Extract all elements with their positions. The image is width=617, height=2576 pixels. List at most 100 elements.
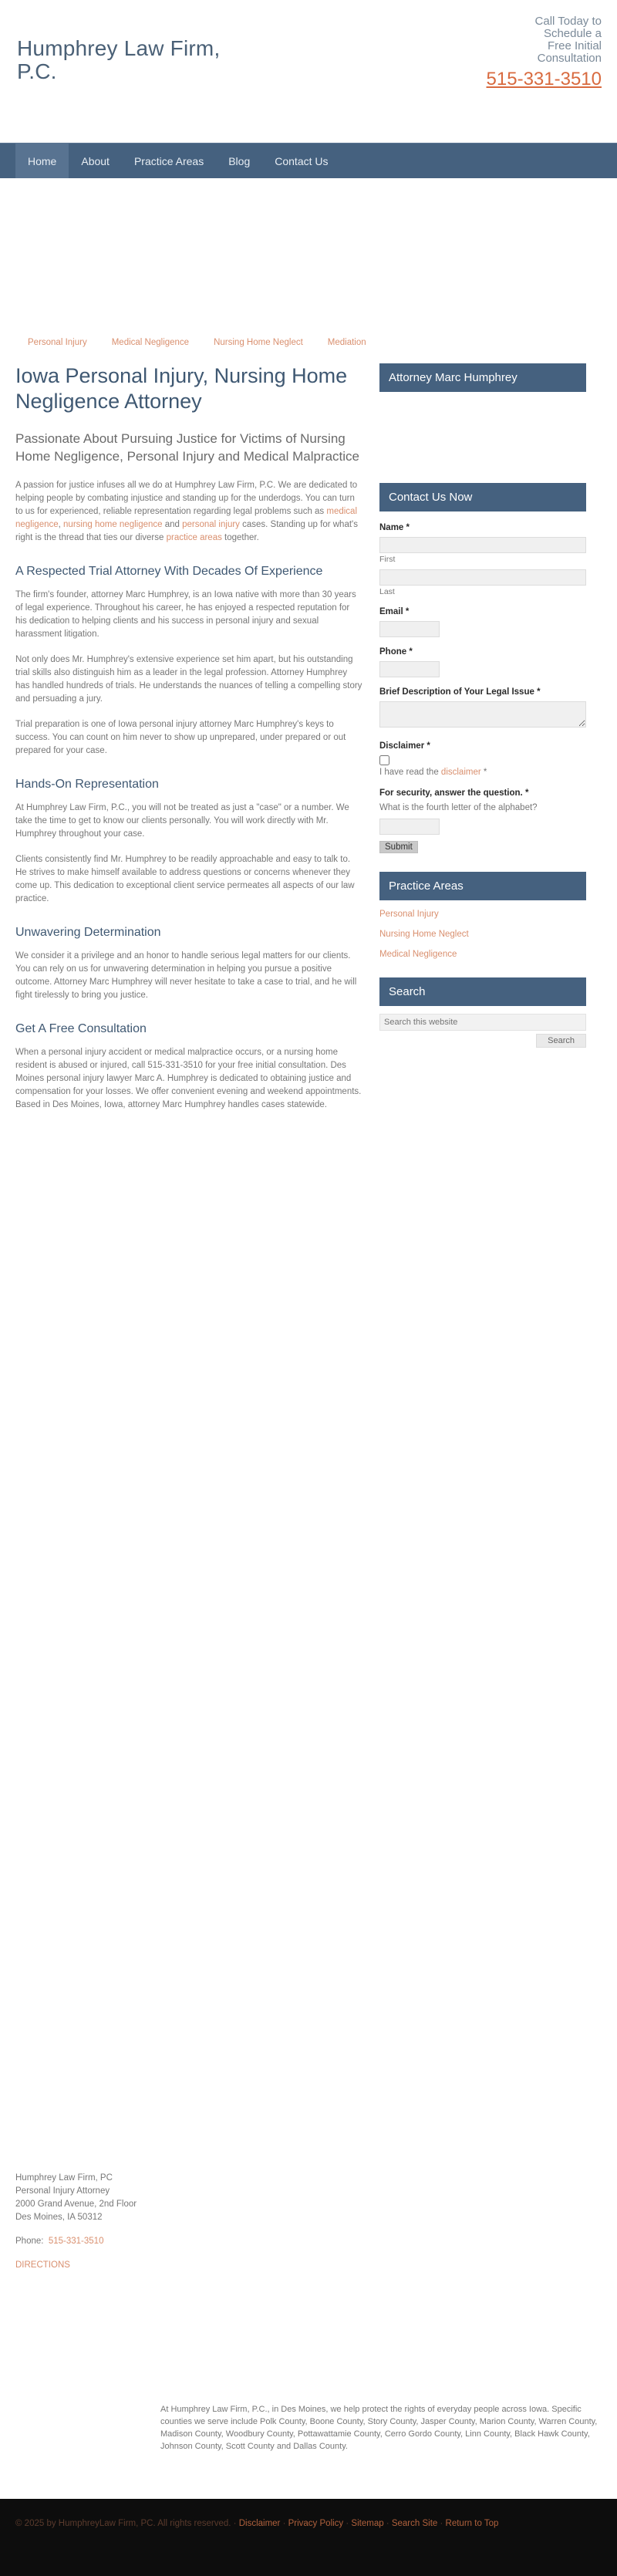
footer-service-area-blurb: At Humphrey Law Firm, P.C., in Des Moine… <box>160 2405 598 2451</box>
first-name-sublabel: First <box>379 555 396 564</box>
section-3-paragraph-0: When a personal injury accident or medic… <box>15 1048 362 1109</box>
widget-contact-form: Contact Us Now Name * First Last Email *… <box>379 483 586 853</box>
intro-text-a: A passion for justice infuses all we do … <box>15 481 358 516</box>
footer-link-privacy-policy[interactable]: Privacy Policy <box>288 2519 344 2528</box>
phone-input[interactable] <box>379 661 440 677</box>
section-0-paragraph-2: Trial preparation is one of Iowa persona… <box>15 720 346 755</box>
practice-area-medical-negligence[interactable]: Medical Negligence <box>379 950 457 959</box>
section-0-paragraph-0: The firm's founder, attorney Marc Humphr… <box>15 590 356 639</box>
logo-line-1: Humphrey Law Firm, <box>17 36 221 60</box>
footer-link-sitemap[interactable]: Sitemap <box>351 2519 383 2528</box>
search-input[interactable] <box>379 1014 586 1031</box>
contact-form: Name * First Last Email * Phone * Brief … <box>379 511 586 853</box>
list-item: Personal Injury <box>379 906 586 920</box>
search-button[interactable]: Search <box>536 1034 586 1048</box>
brief-description-label: Brief Description of Your Legal Issue * <box>379 687 541 697</box>
first-name-input[interactable] <box>379 537 586 553</box>
link-nursing-home-negligence[interactable]: nursing home negligence <box>63 520 163 529</box>
footer-address-line-1: 2000 Grand Avenue, 2nd Floor <box>15 2200 137 2209</box>
sidebar: Attorney Marc Humphrey Contact Us Now Na… <box>379 363 586 1062</box>
footer-firm-name: Humphrey Law Firm, PC <box>15 2173 113 2183</box>
footer-separator: · <box>383 2519 392 2528</box>
section-heading-determination: Unwavering Determination <box>15 926 161 939</box>
footer-link-return-to-top[interactable]: Return to Top <box>446 2519 499 2528</box>
footer-contact-block: Humphrey Law Firm, PC Personal Injury At… <box>15 2172 137 2272</box>
submit-button[interactable]: Submit <box>379 841 418 853</box>
footer-separator: · <box>233 2519 239 2528</box>
section-0-paragraph-1: Not only does Mr. Humphrey's extensive e… <box>15 655 362 704</box>
phone-label: Phone * <box>379 647 413 657</box>
call-line-3: Free Initial <box>547 39 602 52</box>
nav-item-home[interactable]: Home <box>15 143 69 178</box>
page-title: Iowa Personal Injury, Nursing Home Negli… <box>15 364 348 413</box>
call-line-1: Call Today to <box>534 15 602 28</box>
header-call-to-action: Call Today to Schedule a Free Initial Co… <box>370 15 602 89</box>
hero-banner-image <box>0 178 617 321</box>
practice-area-nursing-home-neglect[interactable]: Nursing Home Neglect <box>379 930 469 939</box>
nav-item-contact-us[interactable]: Contact Us <box>262 143 340 178</box>
email-label: Email * <box>379 607 410 616</box>
quick-link-nursing-home-neglect[interactable]: Nursing Home Neglect <box>201 338 315 347</box>
footer-link-disclaimer[interactable]: Disclaimer <box>239 2519 281 2528</box>
call-line-4: Consultation <box>537 52 602 65</box>
disclaimer-checkbox-row[interactable]: I have read the disclaimer * <box>379 755 586 778</box>
intro-paragraph: A passion for justice infuses all we do … <box>15 479 362 545</box>
call-line-2: Schedule a <box>543 27 602 40</box>
widget-practice-areas: Practice Areas Personal Injury Nursing H… <box>379 872 586 961</box>
header-phone-link[interactable]: 515-331-3510 <box>370 69 602 89</box>
disclaimer-link[interactable]: disclaimer <box>441 768 481 777</box>
security-question-text: What is the fourth letter of the alphabe… <box>379 803 538 812</box>
widget-search: Search Search <box>379 977 586 1048</box>
footer-bar: © 2025 by HumphreyLaw Firm, PC. All righ… <box>0 2499 617 2576</box>
link-practice-areas[interactable]: practice areas <box>167 533 222 542</box>
widget-title-search: Search <box>379 977 586 1006</box>
disclaimer-checkbox[interactable] <box>379 755 389 766</box>
quick-link-mediation[interactable]: Mediation <box>315 338 379 347</box>
list-item: Medical Negligence <box>379 947 586 961</box>
intro-text-e: together. <box>221 533 259 542</box>
security-answer-input[interactable] <box>379 819 440 835</box>
main-content: Iowa Personal Injury, Nursing Home Negli… <box>15 363 362 1124</box>
footer-copyright: © 2025 by HumphreyLaw Firm, PC. All righ… <box>15 2519 231 2528</box>
brief-description-textarea[interactable] <box>379 701 586 728</box>
site-logo[interactable]: Humphrey Law Firm, P.C. <box>17 37 341 83</box>
footer-phone-label: Phone: <box>15 2237 44 2246</box>
name-label: Name * <box>379 523 410 532</box>
site-header: Humphrey Law Firm, P.C. Call Today to Sc… <box>0 0 617 143</box>
footer-phone-link[interactable]: 515-331-3510 <box>49 2237 104 2246</box>
nav-item-practice-areas[interactable]: Practice Areas <box>122 143 216 178</box>
attorney-widget-body <box>379 392 586 400</box>
footer-phone-row: Phone: 515-331-3510 <box>15 2235 137 2248</box>
page-subtitle: Passionate About Pursuing Justice for Vi… <box>15 431 359 464</box>
intro-text-c: and <box>162 520 183 529</box>
link-personal-injury[interactable]: personal injury <box>182 520 240 529</box>
quick-links-bar: Personal Injury Medical Negligence Nursi… <box>0 321 617 363</box>
disclaimer-text-b: * <box>480 768 487 777</box>
list-item: Nursing Home Neglect <box>379 927 586 940</box>
section-heading-experience: A Respected Trial Attorney With Decades … <box>15 565 323 578</box>
email-input[interactable] <box>379 621 440 637</box>
widget-title-attorney: Attorney Marc Humphrey <box>379 363 586 392</box>
practice-area-personal-injury[interactable]: Personal Injury <box>379 910 439 919</box>
quick-link-medical-negligence[interactable]: Medical Negligence <box>99 338 201 347</box>
disclaimer-label: Disclaimer * <box>379 741 430 751</box>
last-name-input[interactable] <box>379 569 586 586</box>
widget-title-practice-areas: Practice Areas <box>379 872 586 900</box>
footer-directions-link[interactable]: DIRECTIONS <box>15 2259 137 2272</box>
logo-line-2: P.C. <box>17 59 57 83</box>
footer-separator: · <box>437 2519 446 2528</box>
nav-item-about[interactable]: About <box>69 143 122 178</box>
search-widget-body: Search <box>379 1006 586 1048</box>
section-heading-hands-on: Hands-On Representation <box>15 778 159 791</box>
quick-link-personal-injury[interactable]: Personal Injury <box>15 338 99 347</box>
footer-separator: · <box>343 2519 352 2528</box>
nav-item-blog[interactable]: Blog <box>216 143 262 178</box>
section-1-paragraph-0: At Humphrey Law Firm, P.C., you will not… <box>15 803 349 839</box>
page-wrapper: Iowa Personal Injury, Nursing Home Negli… <box>0 363 617 1124</box>
section-heading-free-consultation: Get A Free Consultation <box>15 1022 147 1035</box>
footer-separator: · <box>280 2519 288 2528</box>
practice-areas-list: Personal Injury Nursing Home Neglect Med… <box>379 900 586 961</box>
security-question-label: For security, answer the question. * <box>379 788 529 798</box>
footer-link-search-site[interactable]: Search Site <box>392 2519 437 2528</box>
last-name-sublabel: Last <box>379 587 395 596</box>
